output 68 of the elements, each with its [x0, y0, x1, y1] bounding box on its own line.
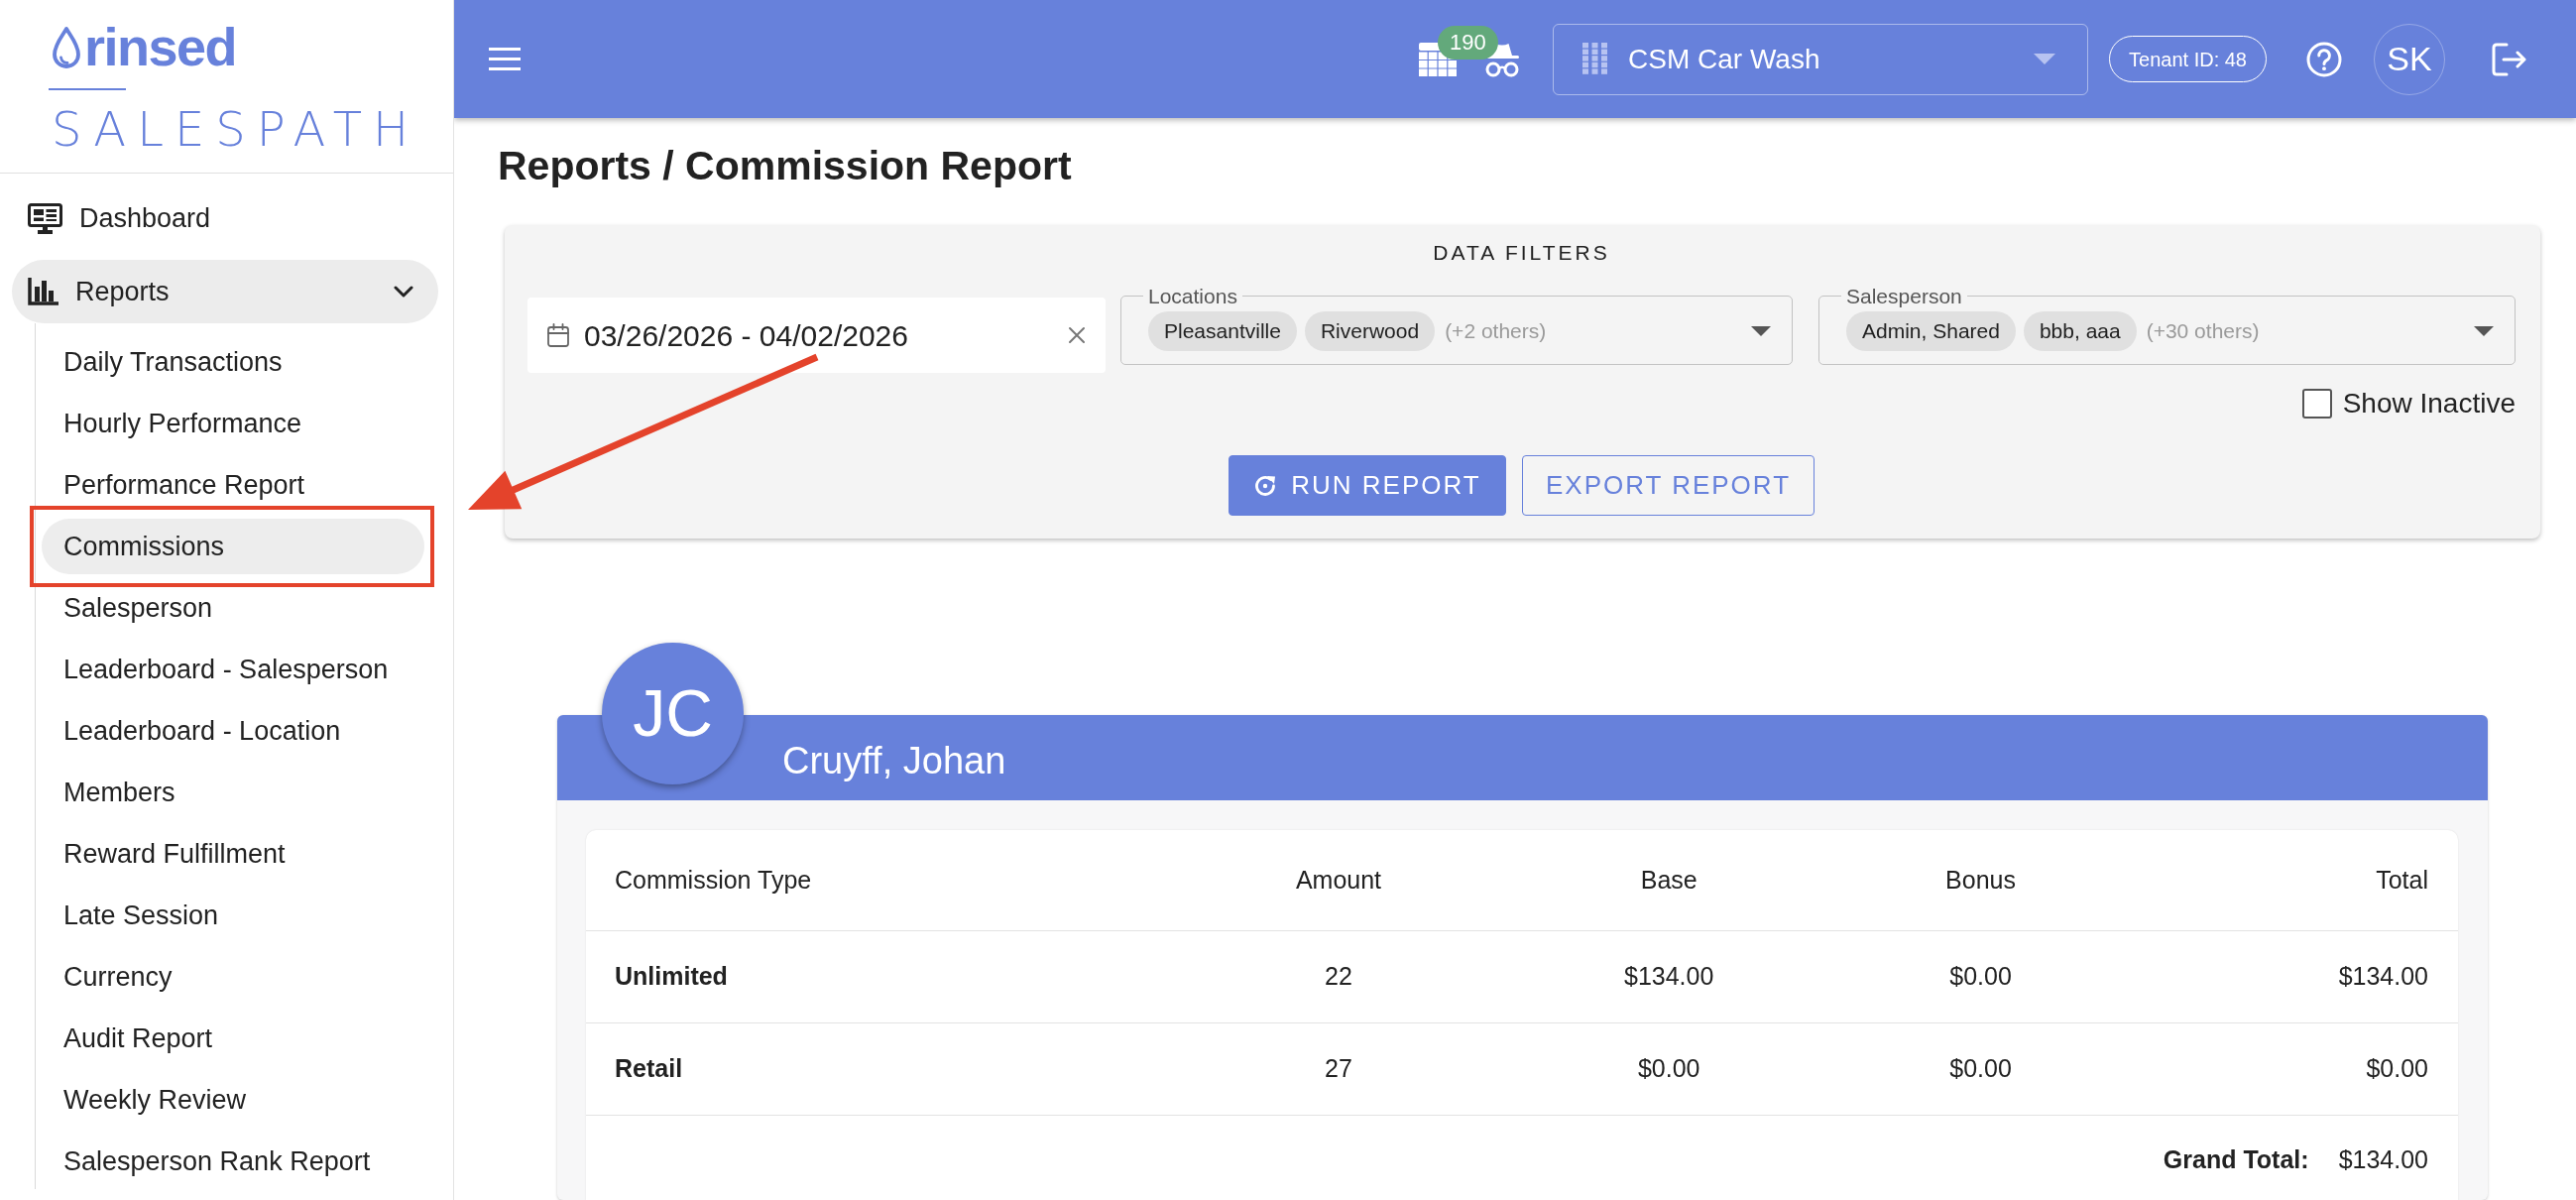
more-count: (+2 others) [1445, 317, 1547, 344]
sub-nav-item[interactable]: Members [42, 765, 424, 820]
menu-icon[interactable] [489, 48, 521, 70]
location-select[interactable]: CSM Car Wash [1553, 23, 2089, 95]
field-label: Locations [1147, 286, 1238, 306]
sub-nav-item[interactable]: Salesperson Rank Report [42, 1134, 424, 1189]
selected-chip: bbb, aaa [2023, 310, 2137, 351]
column-header: Total [2160, 830, 2458, 930]
run-report-button[interactable]: RUN REPORT [1229, 455, 1506, 516]
column-header: Base [1537, 830, 1802, 930]
sub-nav-item[interactable]: Commissions [42, 519, 424, 574]
caret-down-icon [2034, 54, 2056, 64]
selected-chip: Riverwood [1304, 310, 1436, 351]
section-title: DATA FILTERS [1433, 241, 1610, 265]
checkbox-label[interactable]: Show Inactive [2342, 383, 2516, 424]
product-name: SALESPATH [52, 105, 420, 153]
table-cell: $0.00 [1801, 930, 2161, 1022]
selected-chip: Admin, Shared [1846, 310, 2016, 351]
building-icon [1582, 43, 1608, 75]
calendar-icon [547, 323, 569, 347]
column-header: Amount [1139, 830, 1538, 930]
initials-avatar: JC [602, 643, 744, 784]
table-cell: $134.00 [2160, 930, 2458, 1022]
sub-nav-item[interactable]: Leaderboard - Location [42, 703, 424, 759]
date-range-field[interactable]: 03/26/2026 - 04/02/2026 [527, 298, 1106, 373]
grand-total-value: $134.00 [2338, 1144, 2428, 1175]
locations-select[interactable]: Locations Pleasantville Riverwood (+2 others) [1120, 286, 1793, 365]
column-header: Bonus [1801, 830, 2161, 930]
sub-nav-item[interactable]: Reward Fulfillment [42, 826, 424, 882]
droplet-icon [52, 26, 81, 69]
help-icon[interactable] [2306, 41, 2342, 77]
checkbox[interactable] [2301, 389, 2332, 419]
count-badge: 190 [1438, 25, 1498, 60]
sub-nav-item[interactable]: Hourly Performance [42, 396, 424, 451]
caret-down-icon[interactable] [1751, 325, 1771, 336]
sub-nav-item[interactable]: Daily Transactions [42, 334, 424, 390]
table-cell: 22 [1139, 930, 1538, 1022]
selected-chip: Pleasantville [1148, 310, 1297, 351]
clear-icon[interactable] [1068, 326, 1086, 344]
nav-group-item[interactable]: Reports [12, 260, 438, 323]
brand-name: rinsed [84, 24, 237, 69]
sub-nav-item[interactable]: Currency [42, 949, 424, 1005]
sub-nav-item[interactable]: Late Session [42, 888, 424, 943]
grand-total-label: Grand Total: [2163, 1144, 2309, 1175]
caret-down-icon[interactable] [2474, 325, 2494, 336]
column-header: Commission Type [586, 830, 1140, 930]
table-cell: $0.00 [1537, 1022, 1802, 1115]
table-cell: Retail [586, 1022, 1140, 1115]
table-cell: $134.00 [1537, 930, 1802, 1022]
table-cell: 27 [1139, 1022, 1538, 1115]
salesperson-select[interactable]: Salesperson Admin, Shared bbb, aaa (+30 others) [1818, 286, 2516, 365]
nav-item[interactable]: Dashboard [12, 190, 438, 246]
sub-nav-item[interactable]: Performance Report [42, 457, 424, 513]
salesperson-name: Cruyff, Johan [782, 738, 1006, 783]
table-cell: Unlimited [586, 930, 1140, 1022]
page-title: Reports / Commission Report [498, 143, 1072, 188]
sub-nav-item[interactable]: Leaderboard - Salesperson [42, 642, 424, 697]
logout-icon[interactable] [2492, 42, 2527, 76]
sub-nav-item[interactable]: Audit Report [42, 1011, 424, 1066]
sub-nav-item[interactable]: Weekly Review [42, 1072, 424, 1128]
table-cell: $0.00 [1801, 1022, 2161, 1115]
more-count: (+30 others) [2146, 317, 2260, 344]
bar-chart-icon [28, 278, 59, 305]
refresh-icon [1253, 473, 1278, 498]
monitor-icon [28, 202, 62, 234]
sub-nav-item[interactable]: Salesperson [42, 580, 424, 636]
table-cell: $0.00 [2160, 1022, 2458, 1115]
field-label: Salesperson [1845, 286, 1963, 306]
